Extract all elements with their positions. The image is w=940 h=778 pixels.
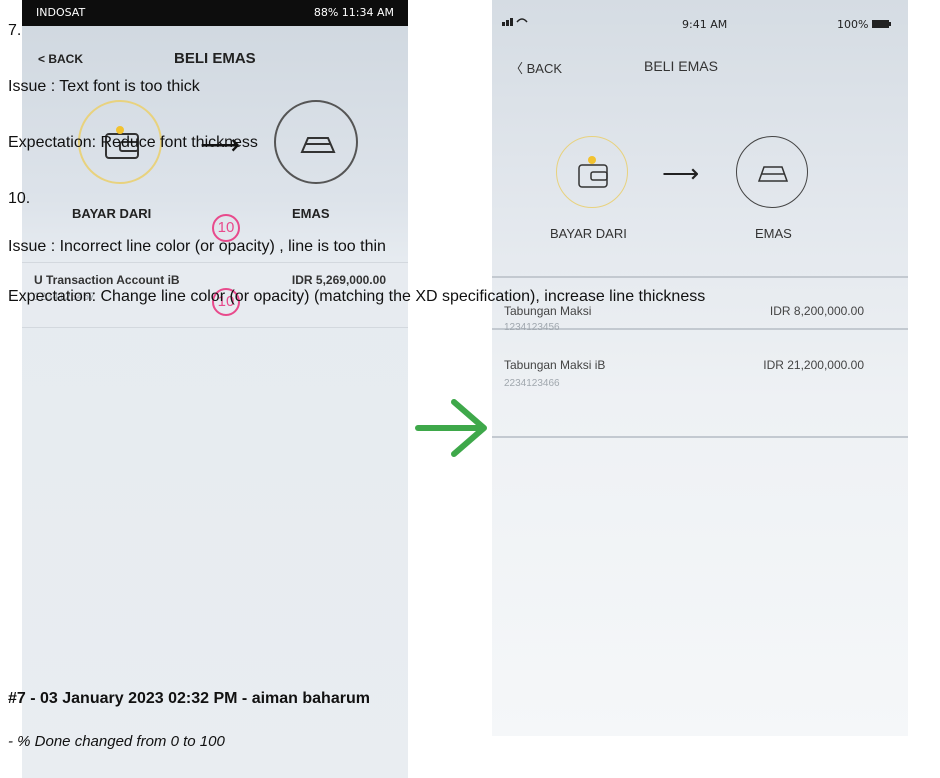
issue-text: Issue : Text font is too thick xyxy=(8,78,200,95)
signal-icon xyxy=(502,16,528,29)
gold-bars-icon xyxy=(274,100,358,184)
issue-text: Issue : Incorrect line color (or opacity… xyxy=(8,238,386,255)
status-time: 9:41 AM xyxy=(682,18,728,31)
gold-label: EMAS xyxy=(755,226,792,241)
pay-from-label: BAYAR DARI xyxy=(550,226,627,241)
nav-bar: < BACK BELI EMAS xyxy=(22,44,408,74)
account-amount: IDR 8,200,000.00 xyxy=(769,304,864,318)
expectation-text: Expectation: Change line color (or opaci… xyxy=(8,288,706,305)
account-amount: IDR 21,200,000.00 xyxy=(763,358,864,372)
carrier-label: INDOSAT xyxy=(36,6,86,19)
note-item-number: 7. xyxy=(8,22,22,39)
actual-app-screenshot: INDOSAT 88% 11:34 AM < BACK BELI EMAS ⟶ … xyxy=(22,0,408,778)
gold-bars-icon xyxy=(736,136,808,208)
back-label: BACK xyxy=(526,61,563,76)
back-button[interactable]: 〈 BACK xyxy=(510,58,562,77)
account-name: Tabungan Maksi iB xyxy=(504,358,606,372)
battery-level: 100% xyxy=(837,18,869,31)
account-name: U Transaction Account iB xyxy=(34,273,180,287)
journal-detail: - % Done changed from 0 to 100 xyxy=(8,733,225,750)
status-bar: INDOSAT 88% 11:34 AM xyxy=(22,0,408,26)
gold-label: EMAS xyxy=(292,206,330,221)
account-name: Tabungan Maksi xyxy=(504,304,592,318)
account-number: 2234123466 xyxy=(504,378,560,389)
status-right: 88% 11:34 AM xyxy=(313,6,394,19)
account-row[interactable]: Tabungan Maksi iB IDR 21,200,000.00 2234… xyxy=(492,330,908,438)
page-title: BELI EMAS xyxy=(644,58,718,74)
page-title: BELI EMAS xyxy=(174,50,256,67)
arrow-right-icon xyxy=(415,399,487,457)
chevron-left-icon: 〈 xyxy=(510,61,527,76)
pay-from-label: BAYAR DARI xyxy=(72,206,152,221)
status-bar: 9:41 AM 100% xyxy=(492,0,908,40)
design-spec-screenshot: 9:41 AM 100% 〈 BACK BELI EMAS ⟶ BAYAR DA… xyxy=(492,0,908,736)
battery-icon: 100% xyxy=(837,18,892,31)
back-button[interactable]: < BACK xyxy=(38,52,83,66)
note-item-number: 10. xyxy=(8,190,31,207)
arrow-right-icon: ⟶ xyxy=(662,158,700,188)
expectation-text: Expectation: Reduce font thickness xyxy=(8,134,258,151)
wallet-icon xyxy=(556,136,628,208)
account-amount: IDR 5,269,000.00 xyxy=(291,273,386,287)
journal-header: #7 - 03 January 2023 02:32 PM - aiman ba… xyxy=(8,690,370,707)
